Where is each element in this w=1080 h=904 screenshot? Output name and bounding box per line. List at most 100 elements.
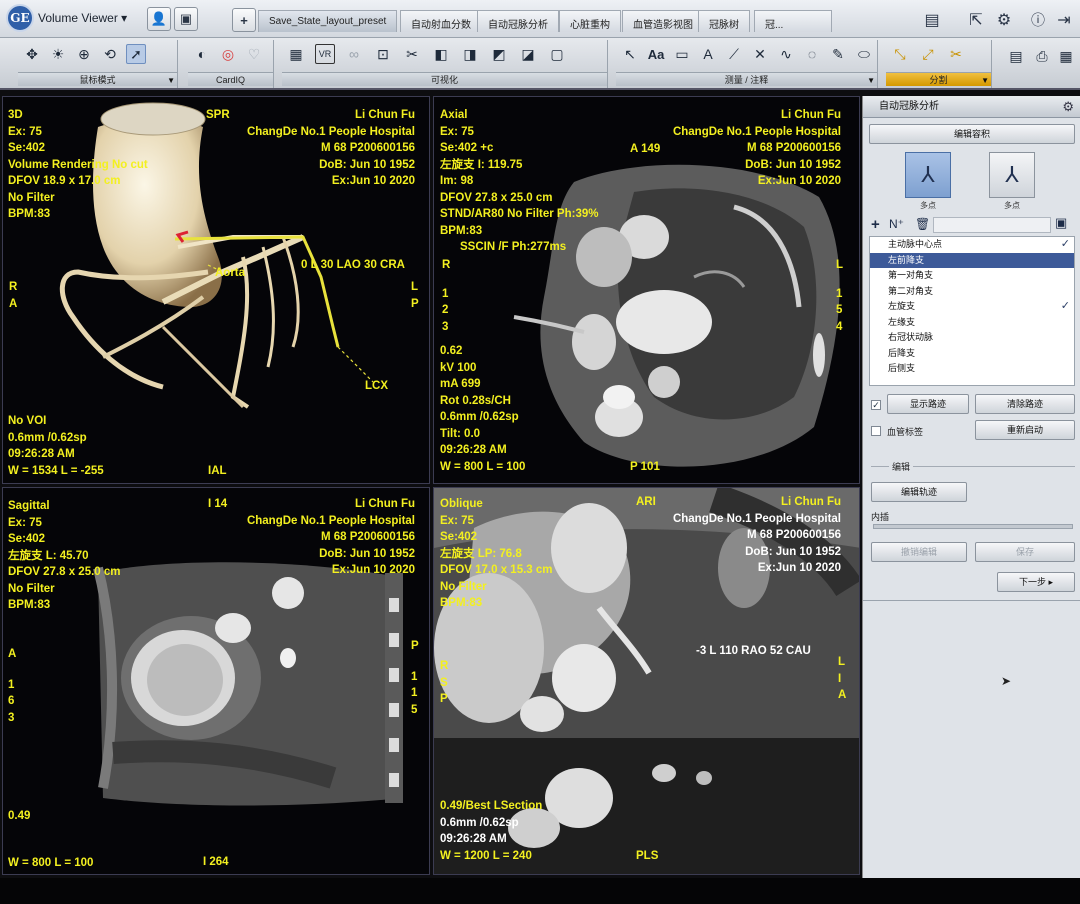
cube-icon[interactable]: ▢ — [547, 44, 567, 64]
panel-gear-icon[interactable]: ⚙ — [1062, 99, 1074, 115]
orientation-left: R123 — [442, 259, 451, 333]
exit-icon[interactable]: ⇥ — [1052, 8, 1076, 32]
cut-icon[interactable]: ✂ — [946, 44, 966, 64]
dropdown-arrow-icon[interactable]: ▼ — [167, 76, 175, 85]
tab-auto-ef[interactable]: 自动射血分数 — [400, 10, 482, 32]
brush-icon[interactable]: ✎ — [828, 44, 848, 64]
vessel-label-text: 血管标签 — [887, 427, 924, 437]
label-aorta: Aorta — [215, 267, 246, 279]
delete-icon[interactable]: 🗑 — [915, 217, 930, 231]
list-item[interactable]: 主动脉中心点 ✓ — [870, 237, 1074, 253]
restart-button[interactable]: 重新启动 — [975, 420, 1075, 440]
clear-path-button[interactable]: 清除路迹 — [975, 394, 1075, 414]
vr-icon[interactable]: VR — [315, 44, 335, 64]
vessel-tool-multipoint-icon[interactable]: ⅄ — [905, 152, 951, 198]
title-bar: GE Volume Viewer ▾ 👤 ▣ + Save_State_layo… — [0, 0, 1080, 38]
film-icon[interactable]: ▦ — [1056, 46, 1076, 66]
image-icon[interactable]: ▣ — [174, 7, 198, 31]
export-icon[interactable]: ⇱ — [964, 8, 988, 32]
report-icon[interactable]: ▤ — [1006, 46, 1026, 66]
viewport-sagittal[interactable]: Sagittal Ex: 75 Se:402 左旋支 L: 45.70 DFOV 27.… — [2, 487, 430, 875]
add-point-icon[interactable]: N⁺ — [889, 217, 904, 231]
list-item[interactable]: 左旋支 ✓ — [870, 299, 1074, 315]
layout-icon[interactable]: ▦ — [286, 44, 306, 64]
tab-auto-coronary[interactable]: 自动冠脉分析 — [477, 10, 559, 32]
tab-angio-view[interactable]: 血管造影视图 — [622, 10, 704, 32]
bottom-bar — [0, 878, 1080, 904]
monitor-icon[interactable]: ▤ — [920, 8, 944, 32]
edit-path-button[interactable]: 编辑轨迹 — [871, 482, 967, 502]
overlay-top-right: Li Chun Fu ChangDe No.1 People Hospital M … — [672, 496, 841, 574]
save-icon[interactable]: ▣ — [1055, 215, 1067, 231]
arrow-icon[interactable]: ↖ — [620, 44, 640, 64]
ring-icon[interactable]: ◎ — [218, 44, 238, 64]
tab-coronary-tree[interactable]: 冠脉树 — [698, 10, 750, 32]
rotate-icon[interactable]: ⟲ — [100, 44, 120, 64]
list-item[interactable]: 左缘支 — [870, 315, 1074, 331]
cube-icon[interactable]: ◨ — [460, 44, 480, 64]
orientation-right: P115 — [411, 640, 419, 716]
vessel-label-checkbox[interactable] — [871, 426, 881, 436]
move-icon[interactable]: ✥ — [22, 44, 42, 64]
heart-icon: ♡ — [247, 45, 261, 62]
text-icon[interactable]: A — [698, 44, 718, 64]
list-item[interactable]: 后降支 — [870, 346, 1074, 362]
app-title[interactable]: Volume Viewer ▾ — [38, 11, 127, 25]
vessel-tool-locked-icon[interactable]: ⅄ — [989, 152, 1035, 198]
text-icon[interactable]: Aa — [646, 44, 666, 64]
user-icon[interactable]: 👤 — [147, 7, 171, 31]
viewport-oblique[interactable]: Oblique Ex: 75 Se:402 左旋支 LP: 76.8 DFOV 17.0… — [433, 487, 860, 875]
print-icon[interactable]: ⎙ — [1032, 46, 1052, 66]
show-path-button[interactable]: 显示路迹 — [887, 394, 969, 414]
fit-icon[interactable]: ⊡ — [373, 44, 393, 64]
pointer-icon[interactable]: ➚ — [126, 44, 146, 64]
gear-icon[interactable]: ⚙ — [992, 8, 1016, 32]
divider — [863, 600, 1080, 601]
interpolate-slider[interactable] — [873, 524, 1073, 529]
curve-icon[interactable]: ∿ — [776, 44, 796, 64]
dropdown-arrow-icon[interactable]: ▼ — [981, 76, 989, 85]
cube-icon[interactable]: ◩ — [489, 44, 509, 64]
list-item[interactable]: 后侧支 — [870, 361, 1074, 377]
list-item[interactable]: 第一对角支 — [870, 268, 1074, 284]
list-item[interactable]: 右冠状动脉 — [870, 330, 1074, 346]
help-icon[interactable]: ⓘ — [1026, 8, 1050, 32]
overlay-top-right: Li Chun Fu ChangDe No.1 People Hospital M … — [672, 109, 841, 187]
cube-icon[interactable]: ◧ — [431, 44, 451, 64]
scissors-icon[interactable]: ✂ — [402, 44, 422, 64]
overlay-bottom-left: 0.49/Best LSection 0.6mm /0.62sp 09:26:28 … — [440, 800, 543, 862]
viewport-axial[interactable]: Axial Ex: 75 Se:402 +c 左旋支 I: 119.75 Im: 98 D… — [433, 96, 860, 484]
cube-icon[interactable]: ◪ — [518, 44, 538, 64]
vessel-plus-icon[interactable]: ⤢ — [918, 44, 938, 64]
tab-more[interactable]: 冠... — [754, 10, 832, 32]
viewport-3d[interactable]: 3D Ex: 75 Se:402 Volume Rendering No cut DFO… — [2, 96, 430, 484]
show-path-checkbox[interactable]: ✓ — [871, 400, 881, 410]
next-step-button[interactable]: 下一步 ▸ — [997, 572, 1075, 592]
vessel-icon[interactable]: ⤡ — [890, 44, 910, 64]
slash-icon[interactable]: ⟋ — [724, 44, 744, 64]
add-tab-button[interactable]: + — [232, 8, 256, 32]
edit-volume-button[interactable]: 编辑容积 — [869, 124, 1075, 144]
zoom-icon[interactable]: ⊕ — [74, 44, 94, 64]
overlay-top-right: Li Chun Fu ChangDe No.1 People Hospital M … — [246, 498, 415, 576]
list-item[interactable]: 第二对角支 — [870, 284, 1074, 300]
cardiq-icon[interactable]: ◐ — [192, 44, 212, 64]
name-field[interactable] — [933, 217, 1051, 233]
lasso-icon[interactable]: ◌ — [802, 44, 822, 64]
text-box-icon[interactable]: ▭ — [672, 44, 692, 64]
list-item[interactable]: 左前降支 — [870, 252, 1074, 268]
orientation-top: I 14 — [208, 498, 228, 510]
label-lcx: LCX — [365, 380, 388, 392]
view-angle: 0 L 30 LAO 30 CRA — [301, 259, 405, 271]
cancel-edit-button: 撤销编辑 — [871, 542, 967, 562]
ge-logo: GE — [6, 4, 34, 32]
tab-save-state[interactable]: Save_State_layout_preset — [258, 10, 398, 32]
eraser-icon[interactable]: ⬭ — [854, 44, 874, 64]
dropdown-arrow-icon[interactable]: ▼ — [867, 76, 875, 85]
orientation-left: A163 — [8, 648, 17, 724]
overlay-bottom-left: 0.62 kV 100 mA 699 Rot 0.28s/CH 0.6mm /0.62s… — [440, 345, 526, 473]
cross-icon[interactable]: ✕ — [750, 44, 770, 64]
brightness-icon[interactable]: ☀ — [48, 44, 68, 64]
tab-cardiac-reformat[interactable]: 心脏重构 — [559, 10, 621, 32]
add-icon[interactable]: + — [871, 216, 880, 233]
